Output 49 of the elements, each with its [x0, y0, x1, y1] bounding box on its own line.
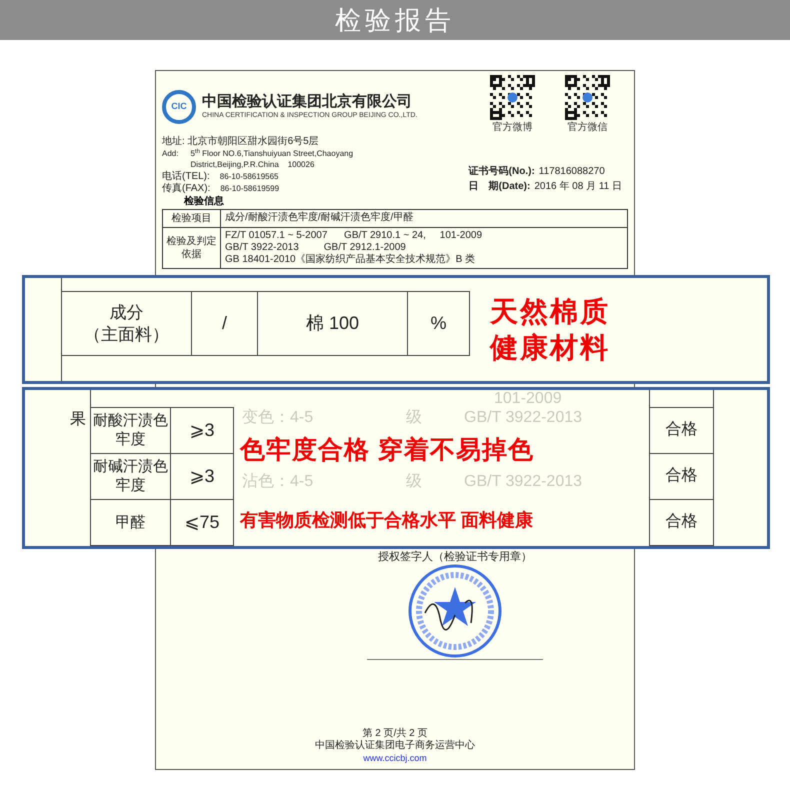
contact-label: 电话(TEL): [162, 171, 210, 182]
side-label: 果 [70, 410, 86, 430]
certificate-label: 证书号码(No.): [468, 164, 535, 179]
address-line: District,Beijing,P.R.China 100026 [190, 159, 316, 170]
contact-value: 86-10-58619565 [220, 171, 278, 182]
address-label: Add: [162, 148, 178, 160]
qr-caption: 官方微博 [492, 120, 532, 135]
qr-caption: 官方微信 [568, 120, 608, 135]
info-label: 检验及判定依据 [166, 235, 217, 261]
certificate-label: 日 期(Date): [468, 180, 530, 194]
callout-text: 色牢度合格 穿着不易掉色 [238, 435, 535, 466]
footer-website: www.ccicbj.com [363, 752, 427, 765]
address-line: 5$^{th}$ Floor NO.6,Tianshuiyuan Street,Chaoyang [190, 148, 354, 159]
contact-value: 86-10-58619599 [220, 183, 280, 194]
certificate-value: 117816088270 [538, 165, 605, 179]
verdict-value: 合格 [666, 420, 698, 440]
signatory-label: 授权签字人（检验证书专用章） [378, 551, 532, 563]
address-chinese: 地址: 北京市朝阳区甜水园街6号5层 [162, 135, 320, 148]
info-label: 检验项目 [172, 212, 212, 225]
callout-text: 健康材料 [490, 330, 611, 364]
item-name: 耐碱汗渍色牢度 [93, 457, 168, 496]
company-name: 中国检验认证集团北京有限公司 [202, 92, 413, 111]
unit-value: % [430, 312, 446, 335]
certificate-value: 2016 年 08 月 11 日 [534, 180, 622, 194]
verdict-value: 合格 [666, 466, 698, 486]
info-value: FZ/T 01057.1 ~ 5-2007 GB/T 2910.1 ~ 24, 101-2009 [225, 230, 482, 242]
result-value: 棉 100 [306, 312, 360, 335]
callout-text: 天然棉质 [490, 294, 611, 328]
limit-value: ⩾3 [189, 418, 214, 442]
limit-value: ⩽75 [184, 510, 220, 534]
qr-code-icon [490, 75, 535, 120]
verdict-value: 合格 [666, 512, 698, 532]
limit-value: ⩾3 [189, 464, 214, 488]
info-value: GB 18401-2010《国家纺织产品基本安全技术规范》B 类 [225, 254, 476, 266]
company-logo: CIC [162, 90, 196, 124]
banner-title: 检验报告 [335, 4, 455, 36]
qr-code-icon [565, 75, 610, 120]
info-value: GB/T 3922-2013 GB/T 2912.1-2009 [225, 242, 407, 254]
info-value: 成分/耐酸汗渍色牢度/耐碱汗渍色牢度/甲醛 [225, 212, 414, 224]
section-title: 检验信息 [184, 194, 225, 209]
page-number: 第 2 页/共 2 页 [362, 728, 428, 740]
callout-text: 有害物质检测低于合格水平 面料健康 [238, 509, 534, 532]
limit-value: / [222, 312, 227, 335]
item-name: （主面料） [84, 324, 169, 346]
footer-organization: 中国检验认证集团电子商务运营中心 [315, 740, 475, 752]
item-name: 甲醛 [116, 512, 146, 532]
item-name: 成分 [110, 302, 144, 324]
item-name: 耐酸汗渍色牢度 [93, 411, 168, 450]
contact-label: 传真(FAX): [162, 183, 210, 194]
